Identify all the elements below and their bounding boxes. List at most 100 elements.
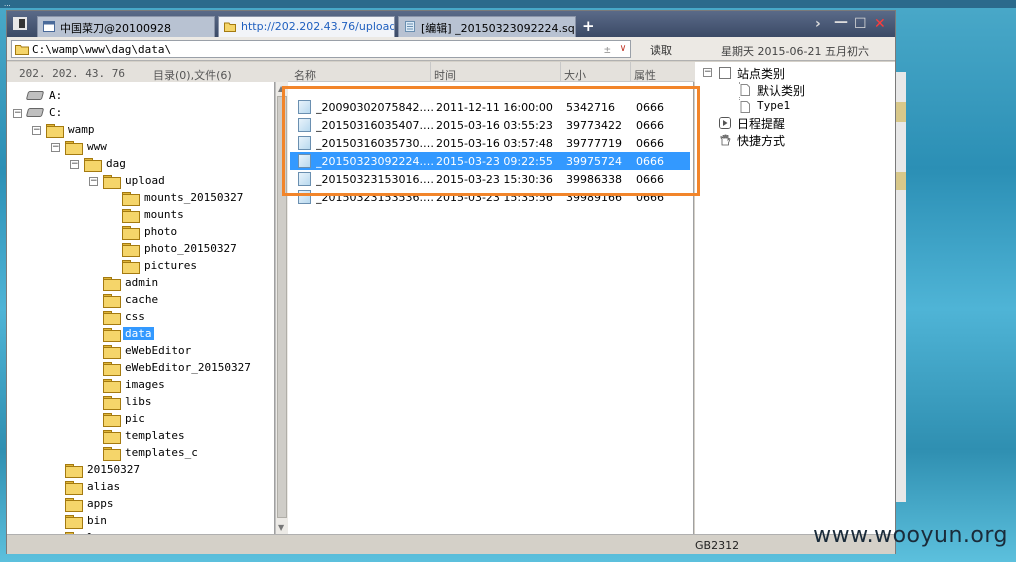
tree-node-label: C:	[49, 106, 63, 119]
tree-node-label: cache	[125, 293, 159, 306]
file-row[interactable]: _20090302075842.sql 2011-12-11 16:00:00 53…	[290, 98, 690, 116]
minimize-button[interactable]: —	[834, 14, 848, 30]
collapse-toggle[interactable]: −	[32, 126, 41, 135]
column-attr[interactable]: 属性	[634, 67, 656, 83]
scroll-thumb[interactable]	[277, 96, 287, 518]
page-icon	[739, 84, 751, 96]
tree-node-label: 20150327	[87, 463, 140, 476]
folder-icon	[103, 379, 121, 393]
tree-node-label: admin	[125, 276, 159, 289]
file-row[interactable]: _20150316035730.sql 2015-03-16 03:57:48 39…	[290, 134, 690, 152]
tab-editor[interactable]: [编辑] _20150323092224.sql	[398, 16, 576, 37]
tree-node-label: bin	[87, 514, 107, 527]
sql-file-icon	[298, 100, 311, 114]
tree-node-label: A:	[49, 89, 63, 102]
file-row[interactable]: _20150323153536.sql 2015-03-23 15:35:56 39…	[290, 188, 690, 206]
file-time: 2015-03-23 15:30:36	[436, 173, 553, 186]
folder-icon	[122, 260, 140, 274]
folder-icon	[224, 22, 236, 32]
folder-icon	[103, 175, 121, 189]
folder-icon	[46, 124, 64, 138]
column-time[interactable]: 时间	[434, 67, 456, 83]
scroll-down-icon[interactable]: ▼	[278, 523, 284, 532]
folder-icon	[122, 192, 140, 206]
file-list: 名称 时间 大小 属性 _20090302075842.sql 2011-12-1…	[288, 62, 694, 534]
file-size: 39986338	[566, 173, 622, 186]
folder-icon	[122, 226, 140, 240]
folder-icon	[103, 328, 121, 342]
file-time: 2015-03-23 15:35:56	[436, 191, 553, 204]
column-name[interactable]: 名称	[294, 67, 316, 83]
document-icon	[405, 21, 415, 32]
folder-icon	[122, 209, 140, 223]
plus-minus-icon[interactable]: ±	[604, 43, 611, 56]
page-icon	[739, 101, 751, 113]
file-attr: 0666	[636, 101, 664, 114]
checkbox-icon[interactable]	[719, 67, 731, 79]
tree-node-label: photo	[144, 225, 178, 238]
date-display: 星期天 2015-06-21 五月初六	[721, 45, 869, 58]
path-input[interactable]: C:\wamp\www\dag\data\ ± ∨	[11, 40, 631, 58]
file-list-header: 名称 时间 大小 属性	[288, 62, 694, 82]
caidao-window: 中国菜刀@20100928 http://202.202.43.76/uploa…	[6, 10, 896, 554]
tree-scrollbar[interactable]: ▲ ▼	[275, 82, 288, 534]
folder-icon	[122, 243, 140, 257]
tree-node-label: templates_c	[125, 446, 198, 459]
file-time: 2015-03-16 03:57:48	[436, 137, 553, 150]
sql-file-icon	[298, 172, 311, 186]
folder-icon	[103, 277, 121, 291]
close-button[interactable]: ✕	[874, 16, 886, 32]
window-menu-icon[interactable]	[13, 17, 27, 30]
maximize-button[interactable]: ☐	[854, 16, 867, 32]
collapse-toggle[interactable]: −	[703, 68, 712, 77]
file-row[interactable]: _20150323153016.sql 2015-03-23 15:30:36 39…	[290, 170, 690, 188]
collapse-toggle[interactable]: −	[13, 109, 22, 118]
new-tab-button[interactable]: +	[582, 17, 595, 35]
folder-icon	[65, 515, 83, 529]
file-name: _20150316035407.php	[316, 119, 434, 132]
file-row[interactable]: _20150323092224.sql 2015-03-23 09:22:55 39…	[290, 152, 690, 170]
file-name: _20150316035730.sql	[316, 137, 434, 150]
collapse-toggle[interactable]: −	[70, 160, 79, 169]
tab-label: [编辑] _20150323092224.sql	[421, 22, 576, 35]
folder-icon	[84, 158, 102, 172]
folder-icon	[103, 430, 121, 444]
read-button[interactable]: 读取	[637, 40, 685, 58]
folder-icon	[15, 45, 29, 55]
tree-node-label: eWebEditor_20150327	[125, 361, 251, 374]
hand-icon	[719, 134, 731, 146]
encoding-label: GB2312	[695, 539, 740, 552]
background-window-edge	[896, 72, 906, 502]
tab-caidao-home[interactable]: 中国菜刀@20100928	[37, 16, 215, 37]
collapse-toggle[interactable]: −	[51, 143, 60, 152]
file-attr: 0666	[636, 119, 664, 132]
tree-node-label: mounts	[144, 208, 184, 221]
window-icon	[43, 21, 55, 32]
file-name: _20150323092224.sql	[316, 155, 434, 168]
sql-file-icon	[298, 154, 311, 168]
chevron-down-icon[interactable]: ∨	[620, 43, 626, 54]
file-attr: 0666	[636, 155, 664, 168]
tree-node-label: pictures	[144, 259, 197, 272]
chevron-right-icon[interactable]: ›	[815, 16, 821, 32]
file-name: _20150323153016.sql	[316, 173, 434, 186]
tab-label: 中国菜刀@20100928	[60, 22, 171, 35]
sql-file-icon	[298, 190, 311, 204]
tab-label: http://202.202.43.76/upload/...	[241, 20, 395, 33]
desktop-taskbar-strip: ...	[0, 0, 1016, 8]
folder-icon	[65, 481, 83, 495]
tab-file-manager[interactable]: http://202.202.43.76/upload/...	[218, 16, 395, 37]
tree-node-label: pic	[125, 412, 145, 425]
folder-icon	[65, 464, 83, 478]
file-time: 2011-12-11 16:00:00	[436, 101, 553, 114]
folder-icon	[103, 413, 121, 427]
server-ip: 202. 202. 43. 76	[19, 67, 125, 80]
scroll-up-icon[interactable]: ▲	[278, 84, 284, 93]
file-size: 39777719	[566, 137, 622, 150]
file-row[interactable]: _20150316035407.php 2015-03-16 03:55:23 39…	[290, 116, 690, 134]
collapse-toggle[interactable]: −	[89, 177, 98, 186]
column-size[interactable]: 大小	[564, 67, 586, 83]
folder-icon	[103, 294, 121, 308]
tree-node-label: upload	[125, 174, 165, 187]
file-time: 2015-03-23 09:22:55	[436, 155, 553, 168]
